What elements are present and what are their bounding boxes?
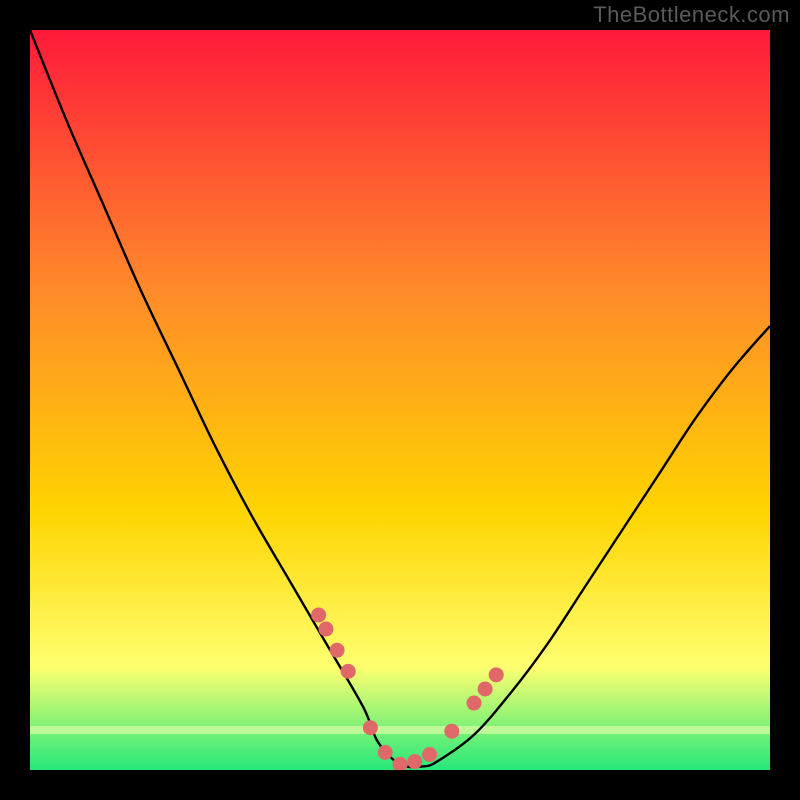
plot-area <box>30 30 770 770</box>
highlight-dot <box>319 622 334 637</box>
highlight-dot <box>422 747 437 762</box>
highlight-dot <box>311 607 326 622</box>
highlight-dot <box>341 664 356 679</box>
gradient-background <box>30 30 770 770</box>
chart-svg <box>30 30 770 770</box>
highlight-dot <box>444 724 459 739</box>
highlight-dot <box>330 643 345 658</box>
highlight-dot <box>489 667 504 682</box>
highlight-dot <box>407 754 422 769</box>
highlight-dot <box>478 681 493 696</box>
watermark-text: TheBottleneck.com <box>593 2 790 28</box>
pale-band <box>30 726 770 734</box>
highlight-dot <box>467 696 482 711</box>
highlight-dot <box>363 720 378 735</box>
chart-frame: TheBottleneck.com <box>0 0 800 800</box>
highlight-dot <box>378 745 393 760</box>
